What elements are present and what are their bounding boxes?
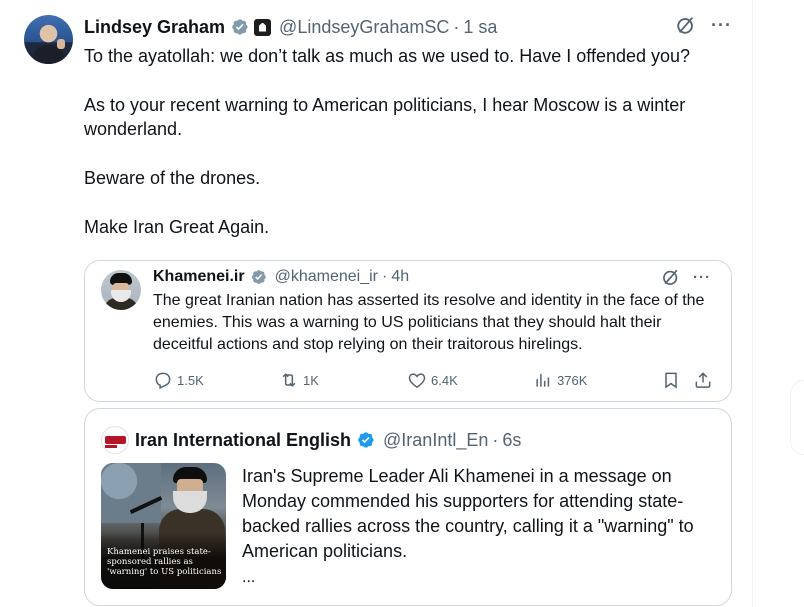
more-icon[interactable]: ··· (693, 269, 711, 286)
timestamp[interactable]: 4h (391, 268, 409, 286)
like-button[interactable]: 6.4K (407, 369, 458, 391)
share-button[interactable] (693, 369, 717, 391)
repost-count: 1K (303, 372, 319, 388)
image-caption: Khamenei praises state-sponsored rallies… (107, 547, 222, 577)
quoted-tweet-body: The great Iranian nation has asserted it… (153, 292, 705, 353)
verified-badge-icon[interactable] (229, 17, 249, 37)
avatar[interactable] (101, 270, 141, 310)
timestamp[interactable]: 1 sa (463, 17, 497, 38)
verified-badge-icon[interactable] (249, 268, 267, 286)
grok-icon[interactable] (675, 14, 697, 36)
grok-icon[interactable] (661, 267, 681, 287)
quoted-tweet-khamenei[interactable]: Khamenei.ir @khamenei_ir · 4h ··· The gr… (84, 260, 732, 402)
tweet-paragraph: Make Iran Great Again. (84, 217, 270, 237)
bookmark-icon (665, 372, 677, 389)
views-button[interactable]: 376K (533, 369, 587, 391)
views-count: 376K (557, 372, 588, 388)
author-handle[interactable]: @IranIntl_En (383, 430, 488, 451)
tweet-paragraph: To the ayatollah: we don’t talk as much … (84, 46, 691, 66)
separator: · (382, 268, 388, 285)
author-name[interactable]: Lindsey Graham (84, 17, 225, 38)
tweet-body: To the ayatollah: we don’t talk as much … (84, 44, 744, 264)
repost-button[interactable]: 1K (279, 369, 319, 391)
tweet-paragraph: wonderland. (84, 119, 183, 139)
author-name[interactable]: Khamenei.ir (153, 268, 245, 286)
share-icon (695, 372, 711, 388)
like-count: 6.4K (431, 372, 458, 388)
quoted-tweet-header: Khamenei.ir @khamenei_ir · 4h (153, 267, 409, 287)
tweet-actions-top: ··· (675, 14, 732, 36)
bookmark-button[interactable] (661, 369, 685, 391)
author-handle[interactable]: @khamenei_ir (275, 268, 378, 286)
quoted-tweet-actions-top: ··· (661, 267, 711, 287)
show-more-ellipsis[interactable]: ... (242, 569, 255, 587)
repost-icon (282, 373, 296, 387)
views-icon (536, 374, 550, 387)
more-icon[interactable]: ··· (711, 15, 732, 36)
timestamp[interactable]: 6s (502, 430, 521, 451)
quoted-tweet-iran-international[interactable]: Iran International English @IranIntl_En … (84, 408, 732, 606)
separator: · (453, 16, 460, 37)
verified-badge-icon[interactable] (355, 430, 375, 450)
tweet-paragraph: As to your recent warning to American po… (84, 95, 686, 115)
author-handle[interactable]: @LindseyGrahamSC (279, 17, 449, 38)
like-icon (408, 373, 426, 388)
avatar[interactable] (101, 426, 129, 454)
side-panel-edge (790, 380, 804, 455)
tweet-header: Lindsey Graham @LindseyGrahamSC · 1 sa (84, 15, 497, 39)
reply-icon (155, 372, 171, 390)
article-image[interactable]: Khamenei praises state-sponsored rallies… (101, 463, 226, 589)
column-divider (752, 0, 753, 607)
quoted-tweet-header: Iran International English @IranIntl_En … (135, 428, 521, 452)
author-name[interactable]: Iran International English (135, 430, 351, 451)
quoted-tweet-body: Iran's Supreme Leader Ali Khamenei in a … (242, 466, 694, 561)
avatar[interactable] (24, 15, 73, 64)
engagement-bar: 1.5K 1K 6.4K 376K (153, 369, 725, 391)
tweet-paragraph: Beware of the drones. (84, 168, 261, 188)
separator: · (492, 429, 499, 450)
government-badge-icon[interactable] (254, 18, 272, 36)
reply-button[interactable]: 1.5K (153, 369, 204, 391)
reply-count: 1.5K (177, 372, 204, 388)
